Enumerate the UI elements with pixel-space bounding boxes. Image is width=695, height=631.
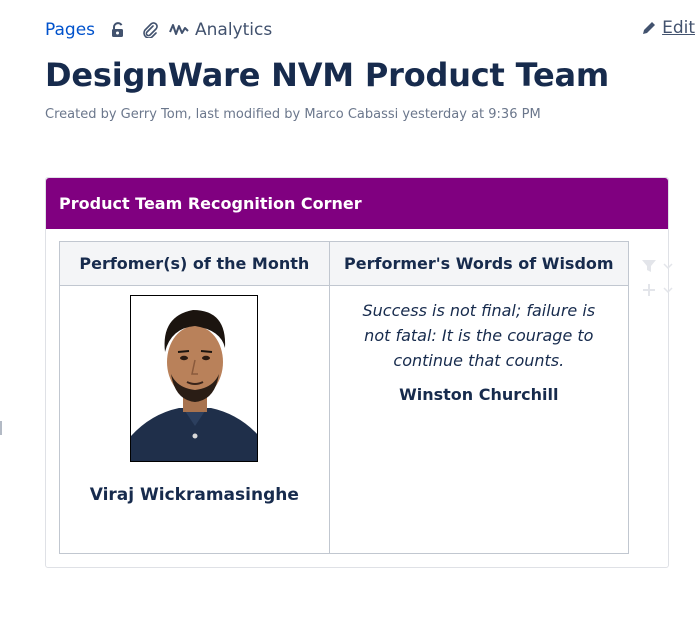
- performer-cell: Viraj Wickramasinghe: [59, 285, 330, 554]
- recognition-panel: Product Team Recognition Corner Perfomer…: [45, 177, 669, 568]
- pencil-icon: [643, 22, 656, 34]
- add-column-icon[interactable]: [640, 278, 680, 302]
- analytics-button[interactable]: Analytics: [169, 20, 272, 40]
- recognition-table: Perfomer(s) of the Month Performer's Wor…: [59, 241, 630, 554]
- page-byline: Created by Gerry Tom, last modified by M…: [45, 107, 541, 122]
- filter-icon[interactable]: [640, 254, 680, 278]
- edit-label: Edit: [662, 18, 695, 38]
- wisdom-cell: Success is not final; failure is not fat…: [328, 285, 630, 554]
- analytics-icon: [169, 24, 189, 35]
- table-header-wisdom[interactable]: Performer's Words of Wisdom: [328, 241, 630, 286]
- edit-button[interactable]: Edit: [641, 18, 695, 38]
- performer-name: Viraj Wickramasinghe: [89, 485, 299, 505]
- lock-icon[interactable]: [109, 21, 127, 39]
- quote-text: Success is not final; failure is not fat…: [362, 301, 596, 370]
- page-toolbar: Pages Analytics Edit: [45, 18, 695, 42]
- scroll-marker: [0, 421, 2, 435]
- paperclip-icon[interactable]: [141, 21, 159, 39]
- table-header-performer[interactable]: Perfomer(s) of the Month: [59, 241, 330, 286]
- table-tools: [640, 254, 680, 302]
- panel-header: Product Team Recognition Corner: [46, 178, 668, 229]
- table-row: Viraj Wickramasinghe Success is not fina…: [59, 285, 630, 554]
- pages-link[interactable]: Pages: [45, 20, 95, 40]
- quote-author: Winston Churchill: [399, 385, 559, 404]
- analytics-label: Analytics: [195, 20, 273, 40]
- page-title: DesignWare NVM Product Team: [45, 56, 610, 94]
- performer-photo: [130, 295, 259, 462]
